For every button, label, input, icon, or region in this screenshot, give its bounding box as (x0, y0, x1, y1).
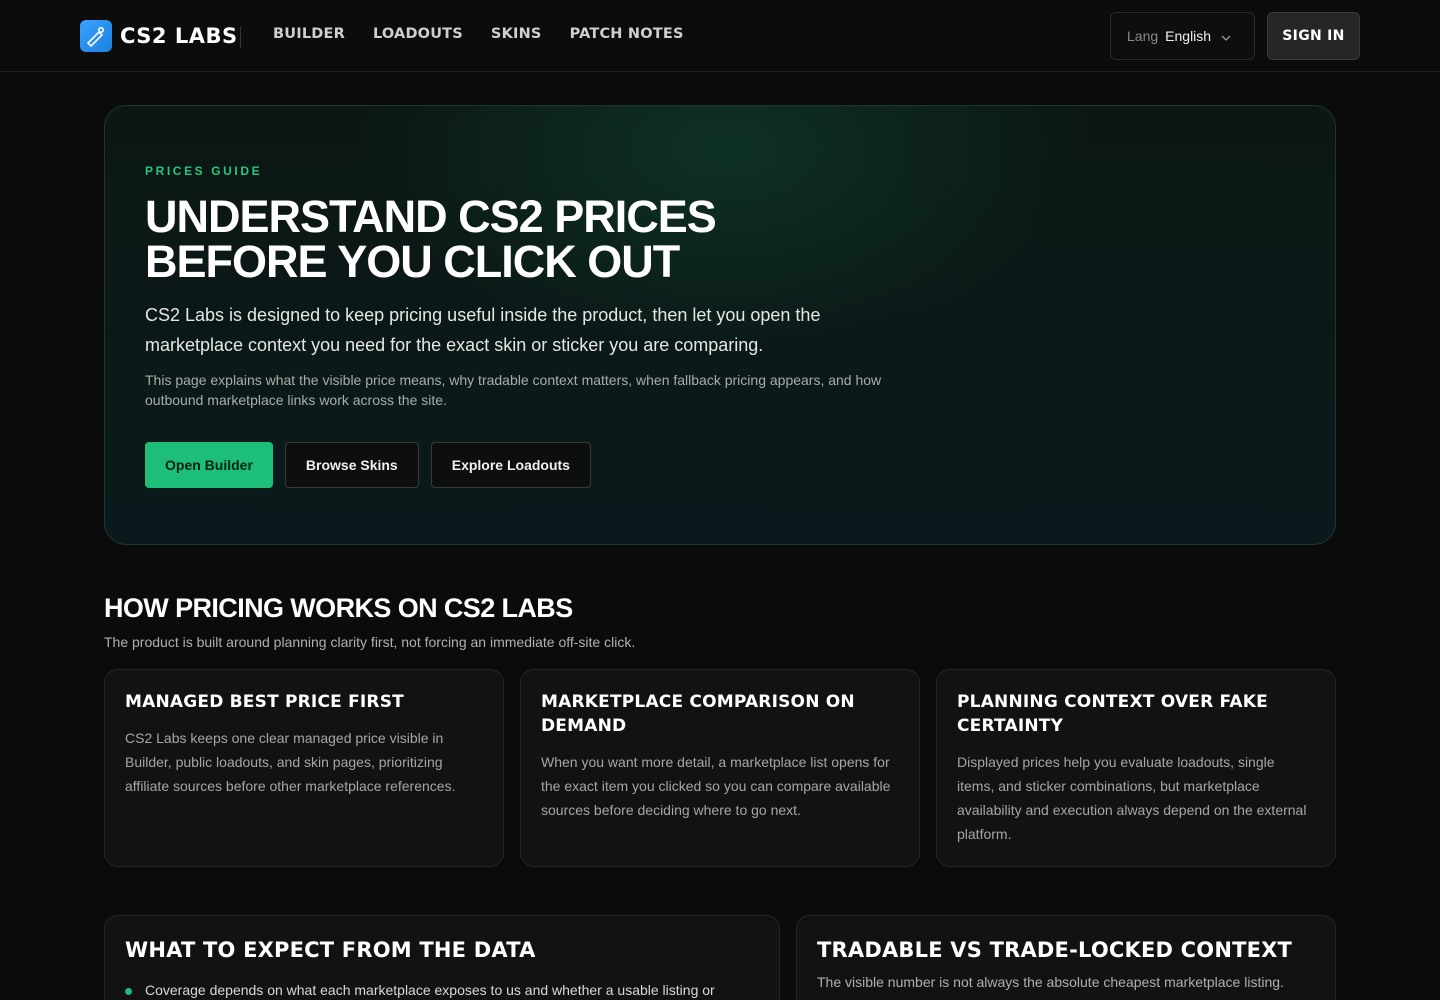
info-card-title: MANAGED BEST PRICE FIRST (125, 692, 404, 712)
bullet-dot-icon (125, 988, 132, 995)
expect-data-title: WHAT TO EXPECT FROM THE DATA (125, 938, 536, 962)
page-title: UNDERSTAND CS2 PRICES BEFORE YOU CLICK O… (145, 194, 845, 284)
info-card-title: MARKETPLACE COMPARISON ON DEMAND (541, 692, 855, 736)
nav-skins[interactable]: SKINS (491, 26, 542, 42)
info-card-body: When you want more detail, a marketplace… (541, 754, 891, 818)
explore-loadouts-button[interactable]: Explore Loadouts (430, 442, 591, 488)
tradable-context-title: TRADABLE VS TRADE-LOCKED CONTEXT (817, 938, 1293, 962)
language-value: English (1165, 28, 1212, 44)
info-card-body: CS2 Labs keeps one clear managed price v… (125, 730, 456, 794)
brand-name: CS2 LABS (120, 24, 238, 48)
how-pricing-title: HOW PRICING WORKS ON CS2 LABS (104, 593, 573, 623)
how-pricing-subtitle: The product is built around planning cla… (104, 634, 636, 650)
expect-data-panel: WHAT TO EXPECT FROM THE DATA Coverage de… (104, 915, 780, 1000)
chevron-down-icon (1221, 28, 1231, 44)
hero-eyebrow: PRICES GUIDE (145, 164, 263, 178)
info-card-title: PLANNING CONTEXT OVER FAKE CERTAINTY (957, 692, 1268, 736)
tradable-context-panel: TRADABLE VS TRADE-LOCKED CONTEXT The vis… (796, 915, 1336, 1000)
page-title-line1: UNDERSTAND CS2 PRICES (145, 191, 717, 242)
list-item-text: Coverage depends on what each marketplac… (145, 982, 715, 998)
info-card-managed-price: MANAGED BEST PRICE FIRST CS2 Labs keeps … (104, 669, 504, 867)
brand-logo[interactable]: CS2 LABS (80, 20, 238, 52)
main-nav: BUILDER LOADOUTS SKINS PATCH NOTES (273, 26, 684, 42)
info-card-planning-context: PLANNING CONTEXT OVER FAKE CERTAINTY Dis… (936, 669, 1336, 867)
language-label: Lang (1127, 28, 1159, 44)
list-item: Coverage depends on what each marketplac… (125, 982, 759, 998)
hero-lead: CS2 Labs is designed to keep pricing use… (145, 305, 821, 355)
page-title-line2: BEFORE YOU CLICK OUT (145, 236, 680, 287)
hero-actions: Open Builder Browse Skins Explore Loadou… (145, 442, 591, 488)
open-builder-button[interactable]: Open Builder (145, 442, 273, 488)
sign-in-button[interactable]: SIGN IN (1267, 12, 1360, 60)
info-card-marketplace-comparison: MARKETPLACE COMPARISON ON DEMAND When yo… (520, 669, 920, 867)
tradable-context-body: The visible number is not always the abs… (817, 974, 1284, 990)
browse-skins-button[interactable]: Browse Skins (284, 442, 419, 488)
brand-logo-icon (80, 20, 112, 52)
hero-panel: PRICES GUIDE UNDERSTAND CS2 PRICES BEFOR… (104, 105, 1336, 545)
header-divider (240, 26, 241, 48)
nav-patch-notes[interactable]: PATCH NOTES (570, 26, 684, 42)
language-select[interactable]: Lang English (1110, 12, 1255, 60)
nav-loadouts[interactable]: LOADOUTS (373, 26, 463, 42)
info-card-body: Displayed prices help you evaluate loado… (957, 754, 1307, 842)
hero-subtext: This page explains what the visible pric… (145, 372, 882, 408)
nav-builder[interactable]: BUILDER (273, 26, 345, 42)
top-navigation-bar: CS2 LABS BUILDER LOADOUTS SKINS PATCH NO… (0, 0, 1440, 72)
